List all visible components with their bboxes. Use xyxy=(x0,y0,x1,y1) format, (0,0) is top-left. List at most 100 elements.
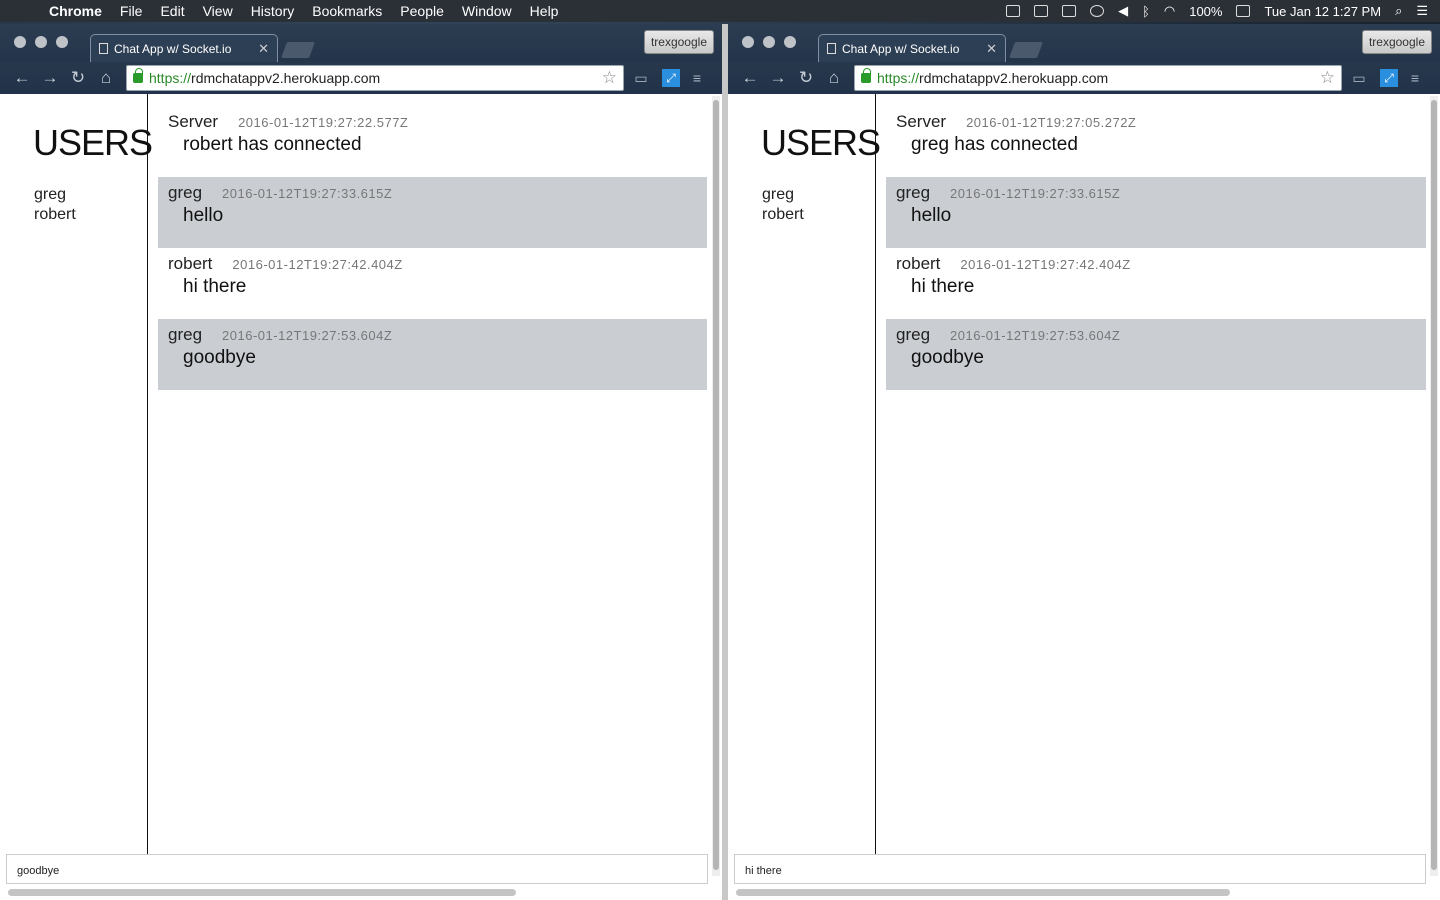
lock-icon xyxy=(861,68,871,83)
message-timestamp: 2016-01-12T19:27:42.404Z xyxy=(232,257,403,272)
url-scheme: https:// xyxy=(149,70,192,86)
tab-close-icon[interactable]: ✕ xyxy=(258,41,269,57)
minimize-window-button[interactable] xyxy=(35,36,47,48)
back-arrow-icon[interactable]: ← xyxy=(736,68,764,88)
message-text: goodbye xyxy=(183,347,256,368)
reload-icon[interactable]: ↻ xyxy=(792,68,820,88)
bookmark-star-icon[interactable]: ☆ xyxy=(1320,68,1335,88)
close-window-button[interactable] xyxy=(14,36,26,48)
url-host: rdmchatappv2.herokuapp.com xyxy=(191,70,381,86)
time-machine-icon[interactable] xyxy=(1090,5,1105,17)
airplay-icon[interactable] xyxy=(1062,5,1077,17)
message-timestamp: 2016-01-12T19:27:53.604Z xyxy=(950,328,1121,343)
menu-people[interactable]: People xyxy=(391,3,453,19)
message-author: robert xyxy=(168,254,213,273)
menu-bookmarks[interactable]: Bookmarks xyxy=(303,3,391,19)
scrollbar-thumb[interactable] xyxy=(1431,100,1437,870)
url-host: rdmchatappv2.herokuapp.com xyxy=(919,70,1109,86)
back-arrow-icon[interactable]: ← xyxy=(8,68,36,88)
menu-edit[interactable]: Edit xyxy=(151,3,193,19)
message-input[interactable]: hi there xyxy=(734,854,1426,884)
page-document-icon xyxy=(99,43,108,54)
volume-icon[interactable]: ◀ xyxy=(1118,3,1128,19)
address-bar[interactable]: https:// rdmchatappv2.herokuapp.com ☆ xyxy=(854,65,1342,91)
extension-icon[interactable]: ⤢ xyxy=(662,69,680,87)
minimize-window-button[interactable] xyxy=(763,36,775,48)
chrome-menu-icon[interactable]: ≡ xyxy=(1402,70,1428,86)
notification-center-icon[interactable]: ☰ xyxy=(1416,3,1428,19)
message-item: robert 2016-01-12T19:27:42.404Z hi there xyxy=(886,248,1426,319)
message-text: greg has connected xyxy=(911,134,1078,155)
address-bar[interactable]: https:// rdmchatappv2.herokuapp.com ☆ xyxy=(126,65,624,91)
menu-window[interactable]: Window xyxy=(453,3,521,19)
battery-icon[interactable] xyxy=(1236,5,1251,17)
cast-icon[interactable]: ▭ xyxy=(628,70,654,87)
vertical-scrollbar[interactable] xyxy=(712,96,720,876)
message-text: hello xyxy=(911,205,952,226)
profile-button[interactable]: trexgoogle xyxy=(1361,30,1432,54)
message-text: robert has connected xyxy=(183,134,362,155)
home-icon[interactable]: ⌂ xyxy=(92,68,120,88)
title-bar: Chat App w/ Socket.io ✕ trexgoogle xyxy=(728,24,1440,62)
clock[interactable]: Tue Jan 12 1:27 PM xyxy=(1264,4,1381,19)
browser-tab[interactable]: Chat App w/ Socket.io ✕ xyxy=(90,34,278,62)
battery-percent[interactable]: 100% xyxy=(1189,4,1222,19)
tab-close-icon[interactable]: ✕ xyxy=(986,41,997,57)
reload-icon[interactable]: ↻ xyxy=(64,68,92,88)
menu-file[interactable]: File xyxy=(111,3,152,19)
users-sidebar: USERS greg robert xyxy=(732,94,881,854)
dropbox-icon[interactable] xyxy=(1006,5,1021,17)
horizontal-scrollbar[interactable] xyxy=(8,889,516,896)
menu-history[interactable]: History xyxy=(242,3,304,19)
browser-tab[interactable]: Chat App w/ Socket.io ✕ xyxy=(818,34,1006,62)
message-timestamp: 2016-01-12T19:27:05.272Z xyxy=(966,115,1137,130)
wifi-icon[interactable]: ◠ xyxy=(1164,3,1175,19)
mac-menubar: Chrome File Edit View History Bookmarks … xyxy=(0,0,1440,22)
google-drive-icon[interactable] xyxy=(1034,5,1049,17)
message-author: robert xyxy=(896,254,941,273)
user-item: greg xyxy=(762,186,795,203)
chat-page: USERS greg robert Server 2016-01-12T19:27… xyxy=(4,94,708,900)
extension-icon[interactable]: ⤢ xyxy=(1380,69,1398,87)
message-input[interactable]: goodbye xyxy=(6,854,708,884)
users-sidebar: USERS greg robert xyxy=(4,94,153,854)
profile-button[interactable]: trexgoogle xyxy=(643,30,714,54)
horizontal-scrollbar[interactable] xyxy=(736,889,1230,896)
bookmark-star-icon[interactable]: ☆ xyxy=(602,68,617,88)
bluetooth-icon[interactable]: ᛒ xyxy=(1142,4,1150,19)
message-timestamp: 2016-01-12T19:27:33.615Z xyxy=(950,186,1121,201)
message-item: robert 2016-01-12T19:27:42.404Z hi there xyxy=(158,248,707,319)
message-text: hi there xyxy=(911,276,975,297)
spotlight-search-icon[interactable]: ⌕ xyxy=(1395,3,1402,19)
user-list: greg robert xyxy=(762,185,804,225)
browser-toolbar: ← → ↻ ⌂ https:// rdmchatappv2.herokuapp.… xyxy=(0,62,722,94)
message-author: greg xyxy=(896,325,931,344)
forward-arrow-icon[interactable]: → xyxy=(36,68,64,88)
menu-app-chrome[interactable]: Chrome xyxy=(40,3,111,19)
message-item: Server 2016-01-12T19:27:22.577Z robert ha… xyxy=(158,106,707,177)
new-tab-button[interactable] xyxy=(281,42,315,58)
message-item: greg 2016-01-12T19:27:33.615Z hello xyxy=(886,177,1426,248)
message-item: greg 2016-01-12T19:27:33.615Z hello xyxy=(158,177,707,248)
scrollbar-thumb[interactable] xyxy=(713,100,719,870)
message-text: hi there xyxy=(183,276,247,297)
vertical-scrollbar[interactable] xyxy=(1430,96,1438,876)
menubar-status-area: ◀ ᛒ ◠ 100% Tue Jan 12 1:27 PM ⌕ ☰ xyxy=(1006,3,1440,19)
user-item: robert xyxy=(34,206,76,223)
user-item: greg xyxy=(34,186,67,203)
message-author: greg xyxy=(896,183,931,202)
menu-view[interactable]: View xyxy=(194,3,242,19)
menu-help[interactable]: Help xyxy=(521,3,568,19)
zoom-window-button[interactable] xyxy=(784,36,796,48)
home-icon[interactable]: ⌂ xyxy=(820,68,848,88)
zoom-window-button[interactable] xyxy=(56,36,68,48)
new-tab-button[interactable] xyxy=(1009,42,1043,58)
cast-icon[interactable]: ▭ xyxy=(1346,70,1372,87)
forward-arrow-icon[interactable]: → xyxy=(764,68,792,88)
browser-window-left: Chat App w/ Socket.io ✕ trexgoogle ← → ↻… xyxy=(0,24,722,900)
close-window-button[interactable] xyxy=(742,36,754,48)
message-item: Server 2016-01-12T19:27:05.272Z greg has … xyxy=(886,106,1426,177)
message-text: hello xyxy=(183,205,224,226)
chrome-menu-icon[interactable]: ≡ xyxy=(684,70,710,86)
message-author: Server xyxy=(896,112,947,131)
